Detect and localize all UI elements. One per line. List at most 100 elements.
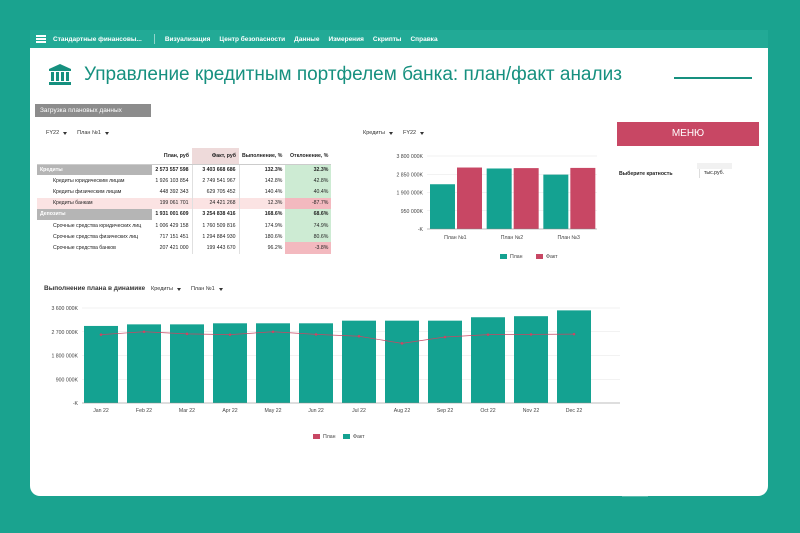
bar-fact bbox=[557, 310, 591, 403]
bar-fact bbox=[570, 167, 596, 229]
table-row[interactable]: Срочные средства банков 207 421 000 199 44… bbox=[37, 242, 332, 254]
y-tick-label: 1 900 000K bbox=[396, 191, 423, 197]
multiplicity-value[interactable]: тыс.руб. bbox=[699, 169, 734, 178]
table-row[interactable]: Кредиты физическим лицам 448 392 343 629 7… bbox=[37, 186, 332, 198]
x-tick-label: Jul 22 bbox=[352, 408, 366, 414]
chevron-down-icon bbox=[63, 131, 68, 135]
top-menu-bar: Стандартные финансовы... Визуализация Це… bbox=[30, 30, 768, 48]
category-filter[interactable]: Кредиты bbox=[363, 130, 393, 136]
plan-value: 1 006 429 158 bbox=[155, 222, 189, 229]
row-label: Депозиты bbox=[37, 208, 152, 220]
dynamics-chart: 3 600 000K 2 700 000K 1 800 000K 900 000K -K… bbox=[51, 306, 620, 440]
fact-value: 3 403 668 686 bbox=[191, 164, 240, 176]
fact-value: 2 749 541 967 bbox=[191, 175, 240, 187]
table-header-fact[interactable]: Факт, руб bbox=[192, 148, 239, 165]
bar-plan bbox=[543, 174, 569, 229]
plan-point bbox=[228, 333, 232, 336]
chevron-down-icon bbox=[218, 287, 223, 291]
year-filter-value: FY22 bbox=[46, 130, 60, 136]
table-header-deviation[interactable]: Отклонение, % bbox=[285, 148, 332, 165]
table-row[interactable]: Срочные средства физических лиц 717 151 4… bbox=[37, 231, 332, 243]
deviation-value: 68.6% bbox=[285, 208, 332, 220]
y-tick-label: 900 000K bbox=[56, 377, 79, 383]
deviation-value: 80.6% bbox=[285, 231, 332, 243]
dynamics-filters: Кредиты План №1 bbox=[151, 286, 223, 292]
chart-year-filter[interactable]: FY22 bbox=[403, 130, 425, 136]
x-tick-label: Dec 22 bbox=[566, 408, 583, 414]
dynamics-title: Выполнение плана в динамике bbox=[44, 285, 146, 292]
execution-value: 142.8% bbox=[264, 177, 283, 184]
row-label: Кредиты физическим лицам bbox=[53, 188, 122, 195]
x-tick-label: Jun 22 bbox=[308, 408, 324, 414]
deviation-value: 42.8% bbox=[285, 175, 332, 187]
table-filters: FY22 План №1 bbox=[46, 130, 109, 136]
chevron-down-icon bbox=[176, 287, 181, 291]
x-tick-label: План №2 bbox=[501, 235, 524, 241]
deviation-value: -87.7% bbox=[285, 197, 332, 209]
table-header-execution[interactable]: Выполнение, % bbox=[239, 148, 286, 165]
bar-fact bbox=[127, 324, 161, 403]
fact-value: 3 254 838 416 bbox=[191, 208, 240, 220]
fact-value: 1 760 509 816 bbox=[191, 219, 240, 232]
plan-value: 1 931 001 609 bbox=[155, 211, 189, 218]
plan-value: 717 151 451 bbox=[159, 233, 189, 240]
multiplicity-selector[interactable]: Выберите кратность тыс.руб. bbox=[619, 169, 734, 178]
bar-fact bbox=[514, 316, 548, 403]
plan-point bbox=[443, 335, 447, 339]
plan-filter-value: План №1 bbox=[77, 130, 101, 136]
row-label: Срочные средства юридических лиц bbox=[53, 222, 142, 229]
table-row[interactable]: Кредиты банкам 199 061 701 24 421 268 12.3%… bbox=[37, 197, 332, 209]
year-filter[interactable]: FY22 bbox=[46, 130, 68, 136]
y-tick-label: 950 000K bbox=[401, 209, 424, 215]
menu-item-data[interactable]: Данные bbox=[294, 36, 319, 43]
bank-icon bbox=[49, 64, 71, 85]
menu-button[interactable]: МЕНЮ bbox=[617, 122, 759, 146]
menu-item-help[interactable]: Справка bbox=[410, 36, 437, 43]
x-tick-label: Apr 22 bbox=[222, 408, 237, 414]
legend-swatch bbox=[313, 434, 320, 439]
legend-label: Факт bbox=[353, 434, 365, 440]
plan-point bbox=[486, 333, 490, 336]
legend-swatch bbox=[500, 254, 507, 259]
table-row[interactable]: Срочные средства юридических лиц 1 006 42… bbox=[37, 219, 332, 232]
plan-point bbox=[142, 330, 146, 334]
menu-item-dimensions[interactable]: Измерения bbox=[328, 36, 363, 43]
plan-value: 1 926 103 854 bbox=[155, 177, 189, 184]
x-tick-label: План №1 bbox=[444, 235, 467, 241]
plan-point bbox=[400, 342, 404, 345]
bar-fact bbox=[170, 324, 204, 403]
chevron-down-icon bbox=[104, 131, 109, 135]
menu-item-visualization[interactable]: Визуализация bbox=[165, 36, 211, 43]
legend-label: План bbox=[510, 254, 523, 260]
dynamics-category-value: Кредиты bbox=[151, 286, 173, 292]
menu-item-scripts[interactable]: Скрипты bbox=[373, 36, 402, 43]
row-label: Кредиты банкам bbox=[37, 197, 152, 209]
bar-fact bbox=[428, 320, 462, 403]
x-tick-label: May 22 bbox=[264, 408, 281, 414]
plan-point bbox=[185, 332, 189, 336]
table-group-row[interactable]: Кредиты 2 573 557 598 3 403 668 686 132.3% 3… bbox=[37, 164, 332, 176]
plan-point bbox=[357, 334, 361, 338]
dynamics-plan-filter[interactable]: План №1 bbox=[191, 286, 223, 292]
y-tick-label: 3 600 000K bbox=[51, 306, 78, 312]
hamburger-menu-icon[interactable] bbox=[36, 35, 46, 43]
plan-value: 199 061 701 bbox=[152, 197, 192, 209]
y-tick-label: 3 800 000K bbox=[396, 154, 423, 160]
menu-item-security-center[interactable]: Центр безопасности bbox=[219, 36, 285, 43]
load-plan-data-button[interactable]: Загрузка плановых данных bbox=[35, 104, 151, 117]
deviation-value: 32.3% bbox=[285, 164, 332, 176]
plan-filter[interactable]: План №1 bbox=[77, 130, 109, 136]
table-row[interactable]: Кредиты юридическим лицам 1 926 103 854 2 … bbox=[37, 175, 332, 187]
dynamics-category-filter[interactable]: Кредиты bbox=[151, 286, 181, 292]
plan-vs-fact-chart: 3 800 000K 2 850 000K 1 900 000K 950 000K -K… bbox=[396, 154, 597, 260]
table-group-row[interactable]: Депозиты 1 931 001 609 3 254 838 416 168.6%… bbox=[37, 208, 332, 220]
watermark-logo-icon bbox=[622, 482, 648, 497]
plan-value: 207 421 000 bbox=[159, 244, 189, 251]
plan-value: 448 392 343 bbox=[159, 188, 189, 195]
row-label: Срочные средства банков bbox=[53, 244, 116, 251]
fact-value: 24 421 268 bbox=[191, 197, 240, 209]
app-name[interactable]: Стандартные финансовы... bbox=[53, 36, 142, 43]
deviation-value: -3.8% bbox=[285, 242, 332, 254]
bar-fact bbox=[256, 323, 290, 403]
table-header-plan[interactable]: План, руб bbox=[152, 148, 192, 165]
